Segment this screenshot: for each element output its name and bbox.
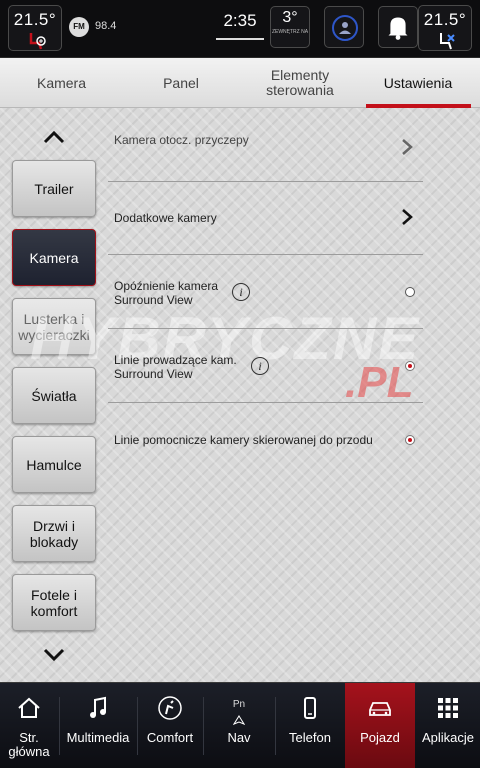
home-icon xyxy=(18,697,40,718)
scroll-up-icon[interactable] xyxy=(43,130,65,144)
radio-button[interactable] xyxy=(405,287,415,297)
setting-label: Opóźnienie kamera Surround View xyxy=(114,279,219,307)
setting-row-trailer-camera[interactable]: Kamera otocz. przyczepy xyxy=(108,116,423,182)
side-item-drzwi[interactable]: Drzwi i blokady xyxy=(12,505,96,562)
status-bar: 21.5° FM 98.4 2:35 3° ZEWNĘTRZ NA 21.5° xyxy=(0,0,480,58)
nav-navigation[interactable]: Pn Nav xyxy=(204,683,274,768)
tab-bar: Kamera Panel Elementy sterowania Ustawie… xyxy=(0,58,480,108)
nav-comfort[interactable]: Comfort xyxy=(138,683,202,768)
navigation-icon xyxy=(233,715,245,725)
chevron-right-icon xyxy=(402,139,413,155)
tab-ustawienia[interactable]: Ustawienia xyxy=(360,58,476,108)
phone-icon xyxy=(304,697,316,719)
radio-button-checked[interactable] xyxy=(405,435,415,445)
profile-icon xyxy=(332,15,358,41)
nav-vehicle[interactable]: Pojazd xyxy=(345,683,415,768)
apps-grid-icon xyxy=(438,698,458,718)
passenger-temp: 21.5° xyxy=(423,10,467,29)
setting-label: Kamera otocz. przyczepy xyxy=(114,133,249,147)
chevron-right-icon xyxy=(402,209,413,225)
nav-label: Multimedia xyxy=(66,730,130,745)
outside-temp-label: ZEWNĘTRZ NA xyxy=(271,29,309,35)
side-item-fotele[interactable]: Fotele i komfort xyxy=(12,574,96,631)
info-icon[interactable]: i xyxy=(232,283,250,301)
heated-seat-icon xyxy=(29,33,46,50)
profile-button[interactable] xyxy=(324,6,364,48)
nav-home[interactable]: Str. główna xyxy=(0,683,58,768)
nav-label: Comfort xyxy=(146,730,194,745)
notifications-button[interactable] xyxy=(378,6,418,48)
tab-panel[interactable]: Panel xyxy=(123,58,239,108)
settings-panel: Trailer Kamera Lusterka i wycieraczki Św… xyxy=(0,108,480,682)
setting-row-surround-delay[interactable]: Opóźnienie kamera Surround View i xyxy=(108,255,423,329)
side-item-kamera[interactable]: Kamera xyxy=(12,229,96,286)
nav-multimedia[interactable]: Multimedia xyxy=(60,683,136,768)
outside-temp-panel: 3° ZEWNĘTRZ NA xyxy=(270,6,310,48)
compass-heading: Pn xyxy=(232,699,246,710)
tab-elementy-sterowania[interactable]: Elementy sterowania xyxy=(250,58,350,108)
setting-row-additional-cameras[interactable]: Dodatkowe kamery xyxy=(108,182,423,255)
nav-label: Str. główna xyxy=(8,730,50,759)
outside-temp: 3° xyxy=(282,9,298,26)
info-icon[interactable]: i xyxy=(251,357,269,375)
scroll-down-icon[interactable] xyxy=(43,648,65,662)
clock: 2:35 xyxy=(223,11,257,30)
setting-label: Dodatkowe kamery xyxy=(114,211,217,225)
bell-icon xyxy=(388,17,408,40)
comfort-icon xyxy=(158,696,182,720)
radio-button-checked[interactable] xyxy=(405,361,415,371)
driver-climate-button[interactable]: 21.5° xyxy=(8,5,62,51)
side-item-swiatla[interactable]: Światła xyxy=(12,367,96,424)
vehicle-icon xyxy=(369,702,391,716)
music-note-icon xyxy=(90,696,106,718)
nav-label: Nav xyxy=(227,730,251,745)
nav-phone[interactable]: Telefon xyxy=(276,683,344,768)
bottom-nav: Str. główna Multimedia Comfort Pn Nav Te… xyxy=(0,682,480,768)
nav-label: Pojazd xyxy=(360,730,400,745)
passenger-climate-button[interactable]: 21.5° xyxy=(418,5,472,51)
tab-kamera[interactable]: Kamera xyxy=(0,58,123,108)
nav-label: Aplikacje xyxy=(421,730,475,745)
setting-row-surround-guidelines[interactable]: Linie prowadzące kam. Surround View i xyxy=(108,329,423,403)
radio-frequency[interactable]: 98.4 xyxy=(95,20,116,32)
clock-underline xyxy=(216,38,264,40)
driver-temp: 21.5° xyxy=(13,10,57,29)
setting-row-front-camera-lines[interactable]: Linie pomocnicze kamery skierowanej do p… xyxy=(108,403,423,473)
radio-band-badge[interactable]: FM xyxy=(69,17,89,37)
setting-label: Linie prowadzące kam. Surround View xyxy=(114,353,237,381)
nav-apps[interactable]: Aplikacje xyxy=(416,683,480,768)
setting-label: Linie pomocnicze kamery skierowanej do p… xyxy=(114,433,373,447)
side-item-trailer[interactable]: Trailer xyxy=(12,160,96,217)
side-item-hamulce[interactable]: Hamulce xyxy=(12,436,96,493)
nav-label: Telefon xyxy=(289,730,331,745)
ventilated-seat-icon xyxy=(440,33,455,50)
